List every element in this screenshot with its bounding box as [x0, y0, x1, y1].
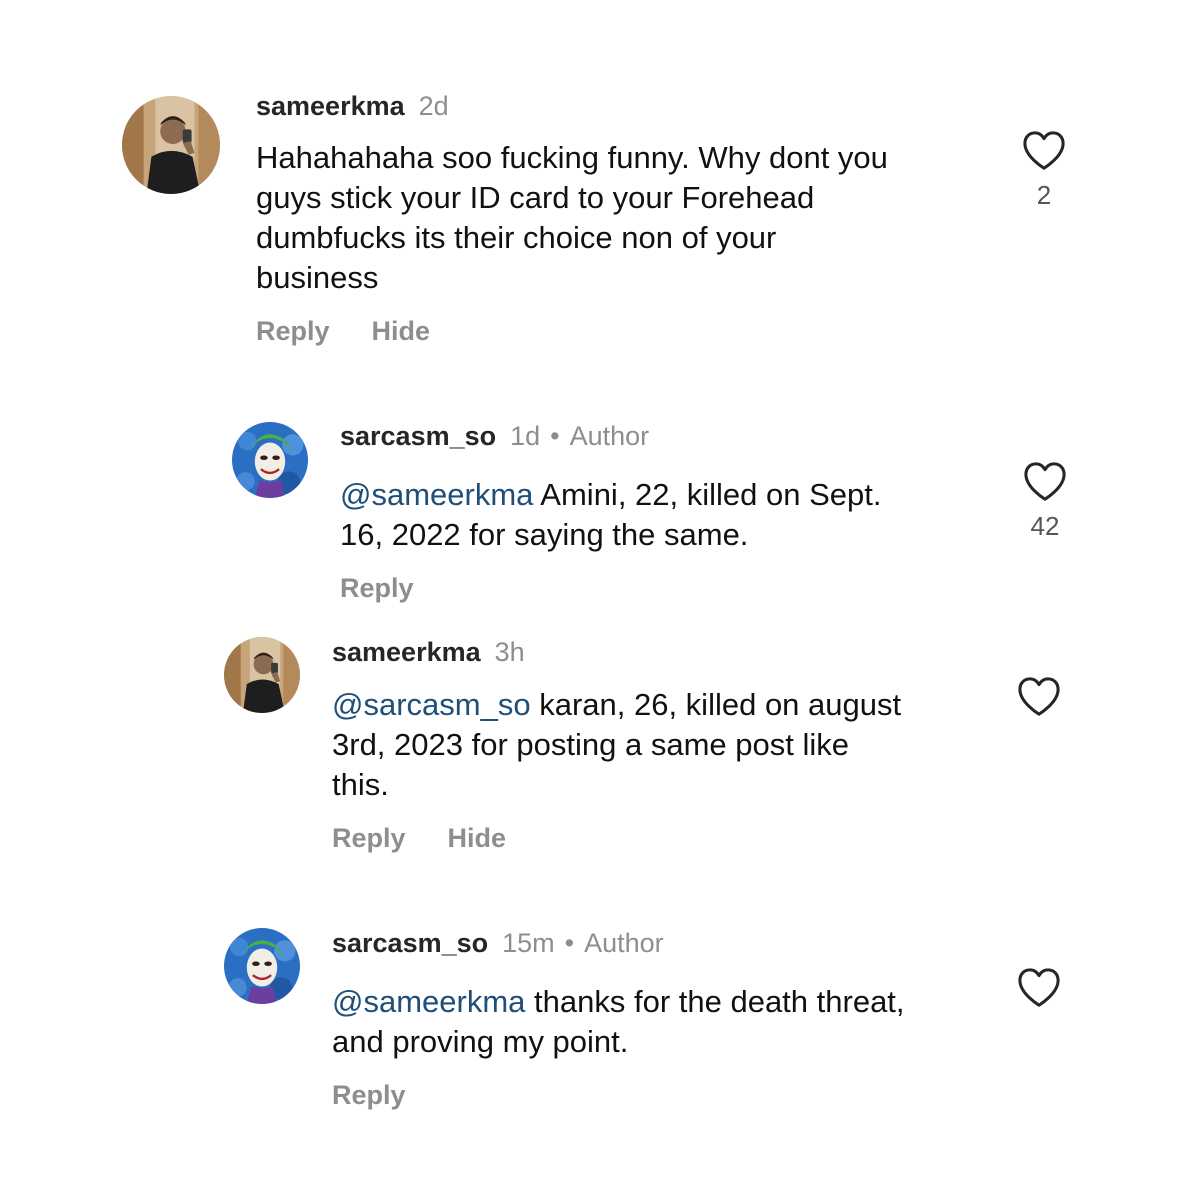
username[interactable]: sameerkma	[256, 91, 405, 121]
user-avatar[interactable]	[224, 637, 300, 713]
heart-icon[interactable]	[1016, 967, 1062, 1009]
reply-button[interactable]: Reply	[256, 316, 330, 346]
heart-icon[interactable]	[1016, 676, 1062, 718]
comment-text: Hahahahaha soo fucking funny. Why dont y…	[256, 140, 888, 295]
timestamp: 2d	[418, 91, 449, 121]
author-badge: Author	[584, 928, 664, 958]
timestamp: 3h	[494, 637, 525, 667]
user-avatar[interactable]	[224, 928, 300, 1004]
mention-link[interactable]: @sameerkma	[332, 984, 525, 1019]
man-photo-avatar-icon	[122, 96, 220, 194]
comment-actions: Reply Hide	[332, 822, 506, 854]
mention-link[interactable]: @sarcasm_so	[332, 687, 531, 722]
man-photo-avatar-icon	[224, 637, 300, 713]
mention-link[interactable]: @sameerkma	[340, 477, 533, 512]
user-avatar[interactable]	[232, 422, 308, 498]
heart-icon[interactable]	[1022, 461, 1068, 503]
reply-button[interactable]: Reply	[332, 823, 406, 853]
hide-button[interactable]: Hide	[372, 316, 431, 346]
timestamp: 1d	[510, 421, 541, 451]
like-count: 2	[1036, 180, 1052, 210]
like-control: 42	[1020, 461, 1070, 541]
username[interactable]: sameerkma	[332, 637, 481, 667]
username[interactable]: sarcasm_so	[340, 421, 496, 451]
comment-text: @sameerkma Amini, 22, killed on Sept. 16…	[340, 475, 980, 555]
heart-icon[interactable]	[1021, 130, 1067, 172]
like-control	[1014, 967, 1064, 1009]
comment-meta: sarcasm_so 1d • Author	[340, 420, 649, 452]
comment-actions: Reply Hide	[256, 315, 430, 347]
like-control	[1014, 676, 1064, 718]
joker-avatar-icon	[232, 422, 308, 498]
reply-button[interactable]: Reply	[340, 573, 414, 603]
joker-avatar-icon	[224, 928, 300, 1004]
timestamp: 15m	[502, 928, 555, 958]
like-count: 42	[1030, 511, 1060, 541]
comment-text: @sameerkma thanks for the death threat, …	[332, 982, 992, 1062]
like-control: 2	[1019, 130, 1069, 210]
user-avatar[interactable]	[122, 96, 220, 194]
author-badge: Author	[569, 421, 650, 451]
comment-meta: sameerkma 2d	[256, 90, 449, 122]
comment-meta: sarcasm_so 15m • Author	[332, 927, 664, 959]
comment-actions: Reply	[340, 572, 414, 604]
comment-meta: sameerkma 3h	[332, 636, 525, 668]
comment-text: @sarcasm_so karan, 26, killed on august …	[332, 685, 982, 805]
reply-button[interactable]: Reply	[332, 1080, 406, 1110]
hide-button[interactable]: Hide	[448, 823, 507, 853]
separator-dot: •	[564, 928, 575, 958]
username[interactable]: sarcasm_so	[332, 928, 488, 958]
separator-dot: •	[550, 421, 560, 451]
comment-actions: Reply	[332, 1079, 406, 1111]
